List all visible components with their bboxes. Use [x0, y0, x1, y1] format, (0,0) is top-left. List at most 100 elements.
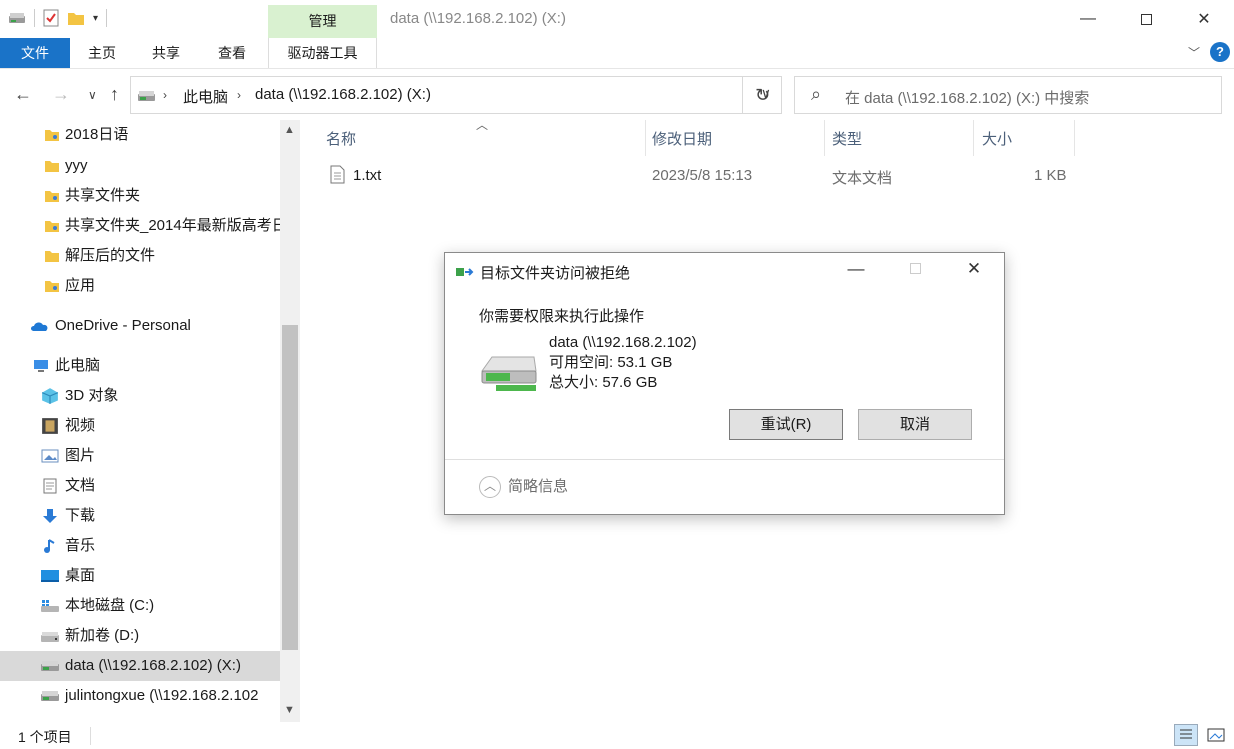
refresh-button[interactable]: ↻ — [742, 76, 782, 114]
up-arrow-icon[interactable]: ↑ — [110, 84, 119, 105]
scroll-up-icon[interactable]: ▲ — [284, 124, 295, 136]
title-bar: ▾ 管理 data (\\192.168.2.102) (X:) — ✕ — [0, 0, 1234, 38]
column-divider[interactable] — [1074, 120, 1075, 156]
breadcrumb-separator-icon[interactable]: › — [163, 88, 167, 102]
refresh-icon: ↻ — [754, 85, 771, 105]
details-view-icon — [1180, 729, 1192, 739]
sidebar-item-documents[interactable]: 文档 — [0, 471, 280, 501]
status-separator — [90, 727, 91, 745]
column-header-modified[interactable]: 修改日期 — [652, 128, 712, 149]
minimize-button[interactable]: — — [1059, 0, 1117, 38]
quick-access-toolbar: ▾ — [8, 9, 108, 27]
navigation-pane: 2018日语 yyy 共享文件夹 共享文件夹_2014年最新版高考日 解压后的文… — [0, 120, 300, 722]
recent-locations-icon[interactable]: ∨ — [88, 88, 97, 102]
network-drive-icon — [41, 691, 59, 701]
pictures-icon — [41, 449, 59, 463]
dialog-maximize-button[interactable] — [895, 259, 935, 279]
onedrive-icon — [31, 322, 48, 331]
chevron-up-icon: ︿ — [479, 476, 501, 499]
free-space: 可用空间: 53.1 GB — [549, 354, 673, 371]
column-header-type[interactable]: 类型 — [832, 128, 862, 149]
sidebar-item-extracted-files[interactable]: 解压后的文件 — [0, 241, 280, 271]
sidebar-item-shared-folder-2014[interactable]: 共享文件夹_2014年最新版高考日 — [0, 211, 280, 241]
column-header-size[interactable]: 大小 — [982, 128, 1012, 149]
tab-share[interactable]: 共享 — [134, 38, 198, 68]
column-header-name[interactable]: 名称 — [326, 128, 356, 149]
manage-context-header: 管理 — [268, 5, 377, 38]
address-bar[interactable]: › 此电脑 › data (\\192.168.2.102) (X:) ∨ — [130, 76, 782, 114]
dialog-title: 目标文件夹访问被拒绝 — [480, 265, 631, 282]
navigation-bar: ← → ∨ ↑ › 此电脑 › data (\\192.168.2.102) (… — [0, 72, 1234, 118]
fewer-details-toggle[interactable]: ︿ 简略信息 — [479, 475, 568, 499]
new-folder-icon[interactable] — [67, 10, 85, 26]
maximize-button[interactable] — [1117, 0, 1175, 38]
column-divider[interactable] — [645, 120, 646, 156]
tab-file[interactable]: 文件 — [0, 38, 70, 68]
breadcrumb-this-pc[interactable]: 此电脑 — [183, 86, 228, 107]
breadcrumb-separator-icon[interactable]: › — [237, 88, 241, 102]
windows-drive-icon — [41, 600, 59, 612]
sidebar-item-this-pc[interactable]: 此电脑 — [0, 351, 280, 381]
sidebar-item-music[interactable]: 音乐 — [0, 531, 280, 561]
search-placeholder: 在 data (\\192.168.2.102) (X:) 中搜索 — [845, 90, 1090, 107]
sidebar-item-shared-folder[interactable]: 共享文件夹 — [0, 181, 280, 211]
drive-name: data (\\192.168.2.102) — [549, 334, 697, 351]
search-box[interactable]: ⌕ 在 data (\\192.168.2.102) (X:) 中搜索 — [794, 76, 1222, 114]
sidebar-item-onedrive[interactable]: OneDrive - Personal — [0, 311, 280, 341]
details-view-button[interactable] — [1174, 724, 1198, 746]
sidebar-scrollbar[interactable]: ▲ ▼ — [280, 120, 300, 722]
folder-shared-icon — [45, 281, 59, 292]
sidebar-item-julintongxue[interactable]: julintongxue (\\192.168.2.102 — [0, 681, 280, 711]
dialog-divider — [445, 459, 1004, 460]
back-arrow-icon[interactable]: ← — [14, 84, 32, 105]
breadcrumb-data-drive[interactable]: data (\\192.168.2.102) (X:) — [255, 86, 431, 103]
help-button[interactable]: ? — [1210, 42, 1230, 62]
search-icon: ⌕ — [811, 84, 822, 104]
thumbnails-view-icon — [1207, 728, 1225, 742]
window-title: data (\\192.168.2.102) (X:) — [390, 10, 566, 27]
sidebar-item-3d-objects[interactable]: 3D 对象 — [0, 381, 280, 411]
music-icon — [44, 539, 55, 553]
sidebar-item-2018-japanese[interactable]: 2018日语 — [0, 120, 280, 150]
customize-toolbar-icon[interactable]: ▾ — [93, 13, 98, 24]
thumbnails-view-button[interactable] — [1204, 724, 1228, 746]
tab-drive-tools[interactable]: 驱动器工具 — [268, 38, 377, 68]
dialog-message: 你需要权限来执行此操作 — [479, 308, 645, 325]
toolbar-separator — [106, 9, 108, 27]
sidebar-item-data-x[interactable]: data (\\192.168.2.102) (X:) — [0, 651, 280, 681]
item-count: 1 个项目 — [18, 729, 72, 745]
total-size: 总大小: 57.6 GB — [549, 374, 658, 391]
file-modified: 2023/5/8 15:13 — [652, 167, 753, 184]
close-button[interactable]: ✕ — [1175, 0, 1233, 38]
expand-ribbon-icon[interactable]: ﹀ — [1188, 44, 1200, 61]
scrollbar-thumb[interactable] — [282, 325, 298, 650]
documents-icon — [43, 478, 57, 494]
drive-icon[interactable] — [8, 10, 26, 26]
ribbon: 文件 主页 共享 查看 驱动器工具 ﹀ ? — [0, 38, 1234, 69]
sidebar-item-videos[interactable]: 视频 — [0, 411, 280, 441]
toolbar-separator — [34, 9, 35, 27]
sidebar-item-yyy[interactable]: yyy — [0, 151, 280, 181]
sidebar-item-desktop[interactable]: 桌面 — [0, 561, 280, 591]
desktop-icon — [41, 570, 59, 582]
tab-home[interactable]: 主页 — [70, 38, 134, 68]
column-divider[interactable] — [973, 120, 974, 156]
sidebar-item-apps[interactable]: 应用 — [0, 271, 280, 301]
drive-info: data (\\192.168.2.102) 可用空间: 53.1 GB 总大小… — [549, 333, 697, 393]
forward-arrow-icon[interactable]: → — [52, 84, 70, 105]
dialog-close-button[interactable]: ✕ — [954, 259, 994, 279]
status-bar: 1 个项目 — [0, 722, 1234, 749]
sidebar-item-new-volume-d[interactable]: 新加卷 (D:) — [0, 621, 280, 651]
minimize-icon: — — [1080, 10, 1096, 27]
cancel-button[interactable]: 取消 — [858, 409, 972, 440]
sidebar-item-pictures[interactable]: 图片 — [0, 441, 280, 471]
column-divider[interactable] — [824, 120, 825, 156]
tab-view[interactable]: 查看 — [198, 38, 266, 68]
scroll-down-icon[interactable]: ▼ — [284, 704, 295, 716]
sidebar-item-local-disk-c[interactable]: 本地磁盘 (C:) — [0, 591, 280, 621]
dialog-minimize-button[interactable]: — — [836, 259, 876, 279]
text-file-icon — [330, 165, 345, 184]
properties-icon[interactable] — [43, 9, 59, 27]
sidebar-item-downloads[interactable]: 下载 — [0, 501, 280, 531]
retry-button[interactable]: 重试(R) — [729, 409, 843, 440]
